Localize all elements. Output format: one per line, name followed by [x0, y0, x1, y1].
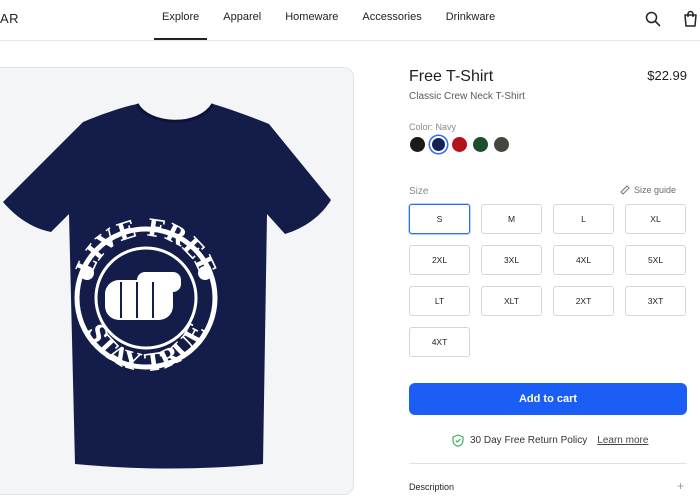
description-toggle[interactable]: Description [409, 482, 454, 492]
size-guide-label: Size guide [633, 185, 676, 195]
divider [409, 463, 687, 464]
size-option-2xt[interactable]: 2XT [553, 286, 614, 316]
nav-apparel[interactable]: Apparel [211, 0, 273, 40]
swatch-green[interactable] [472, 136, 489, 153]
main-nav: Explore Apparel Homeware Accessories Dri… [150, 0, 507, 40]
ruler-icon [620, 185, 630, 195]
shield-check-icon [452, 434, 464, 447]
learn-more-link[interactable]: Learn more [597, 435, 648, 446]
return-policy-text: 30 Day Free Return Policy [470, 435, 588, 446]
color-label: Color: Navy [409, 122, 457, 132]
size-label: Size [409, 186, 429, 197]
size-option-s[interactable]: S [409, 204, 470, 234]
add-to-cart-button[interactable]: Add to cart [409, 383, 687, 415]
nav-homeware[interactable]: Homeware [273, 0, 350, 40]
size-option-lt[interactable]: LT [409, 286, 470, 316]
swatch-black[interactable] [409, 136, 426, 153]
size-option-2xl[interactable]: 2XL [409, 245, 470, 275]
size-option-3xl[interactable]: 3XL [481, 245, 542, 275]
size-option-5xl[interactable]: 5XL [625, 245, 686, 275]
size-option-3xt[interactable]: 3XT [625, 286, 686, 316]
site-logo[interactable]: AR [0, 11, 19, 26]
size-option-4xl[interactable]: 4XL [553, 245, 614, 275]
nav-accessories[interactable]: Accessories [350, 0, 433, 40]
size-option-m[interactable]: M [481, 204, 542, 234]
color-swatches [409, 136, 510, 153]
product-image[interactable]: LIVE FREE STAY TRUE [0, 67, 354, 495]
product-price: $22.99 [647, 68, 687, 83]
swatch-red[interactable] [451, 136, 468, 153]
size-options: S M L XL 2XL 3XL 4XL 5XL LT XLT 2XT 3XT … [409, 204, 687, 357]
plus-icon[interactable]: + [677, 479, 684, 493]
size-guide-link[interactable]: Size guide [620, 185, 676, 195]
site-header: AR Explore Apparel Homeware Accessories … [0, 0, 700, 41]
size-option-4xt[interactable]: 4XT [409, 327, 470, 357]
nav-explore[interactable]: Explore [150, 0, 211, 40]
product-subtitle: Classic Crew Neck T-Shirt [409, 91, 525, 102]
nav-drinkware[interactable]: Drinkware [434, 0, 508, 40]
swatch-navy[interactable] [430, 136, 447, 153]
size-option-l[interactable]: L [553, 204, 614, 234]
return-policy: 30 Day Free Return Policy Learn more [452, 434, 648, 447]
cart-icon[interactable] [682, 10, 700, 28]
size-option-xl[interactable]: XL [625, 204, 686, 234]
size-option-xlt[interactable]: XLT [481, 286, 542, 316]
search-icon[interactable] [644, 10, 662, 28]
tshirt-image: LIVE FREE STAY TRUE [3, 103, 331, 469]
swatch-olive[interactable] [493, 136, 510, 153]
product-title: Free T-Shirt [409, 68, 494, 85]
